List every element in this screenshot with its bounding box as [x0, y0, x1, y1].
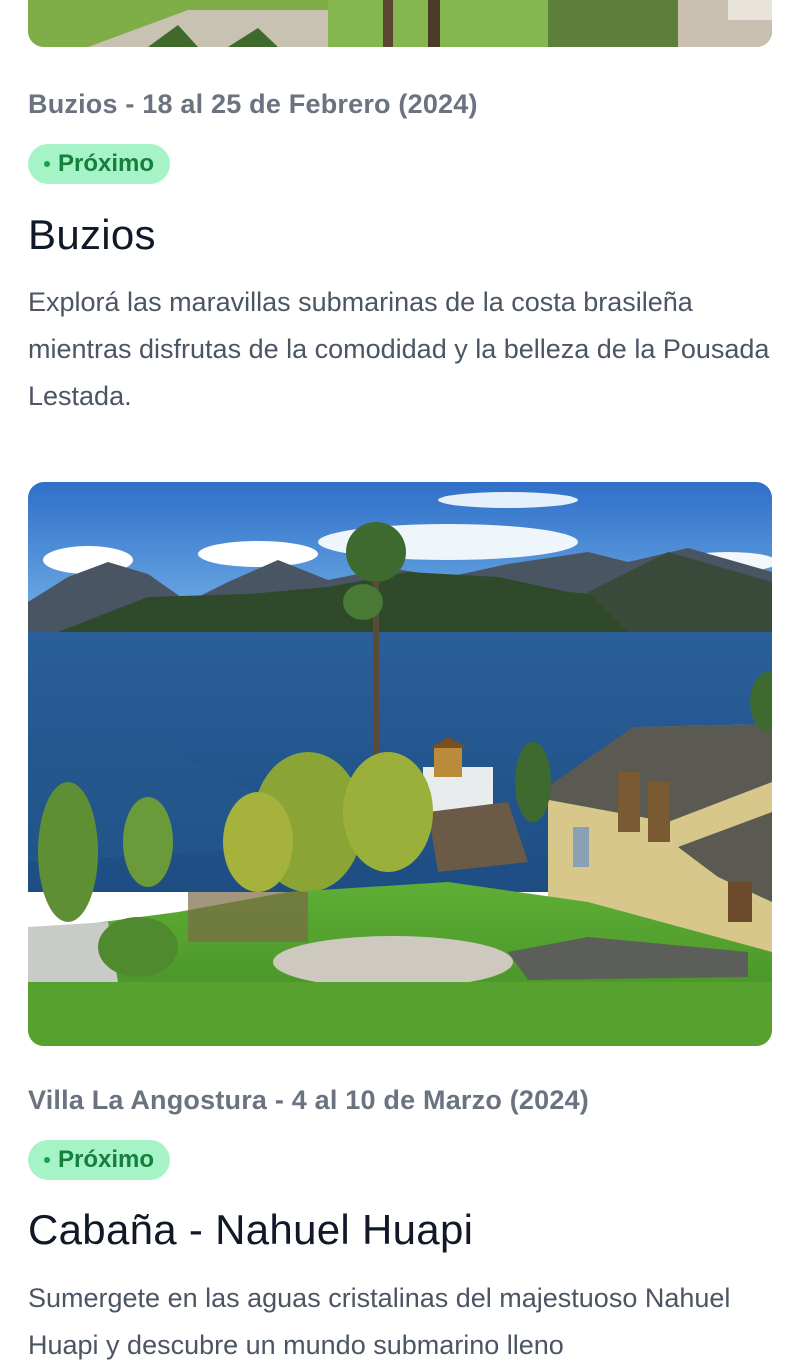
- card-title[interactable]: Cabaña - Nahuel Huapi: [28, 1206, 473, 1254]
- status-dot-icon: [44, 1157, 50, 1163]
- card-title[interactable]: Buzios: [28, 211, 156, 259]
- status-badge-label: Próximo: [58, 1146, 155, 1173]
- card-date-location: Villa La Angostura - 4 al 10 de Marzo (2…: [28, 1085, 589, 1115]
- card-description: Sumergete en las aguas cristalinas del m…: [28, 1283, 731, 1360]
- status-dot-icon: [44, 161, 50, 167]
- status-badge: Próximo: [28, 144, 171, 184]
- status-badge: Próximo: [28, 1140, 171, 1180]
- card-description: Explorá las maravillas submarinas de la …: [28, 287, 770, 411]
- status-badge-label: Próximo: [58, 150, 155, 177]
- card-image-buzios[interactable]: [28, 0, 772, 47]
- card-image-nahuel-huapi[interactable]: [28, 482, 772, 1046]
- card-date-location: Buzios - 18 al 25 de Febrero (2024): [28, 89, 478, 119]
